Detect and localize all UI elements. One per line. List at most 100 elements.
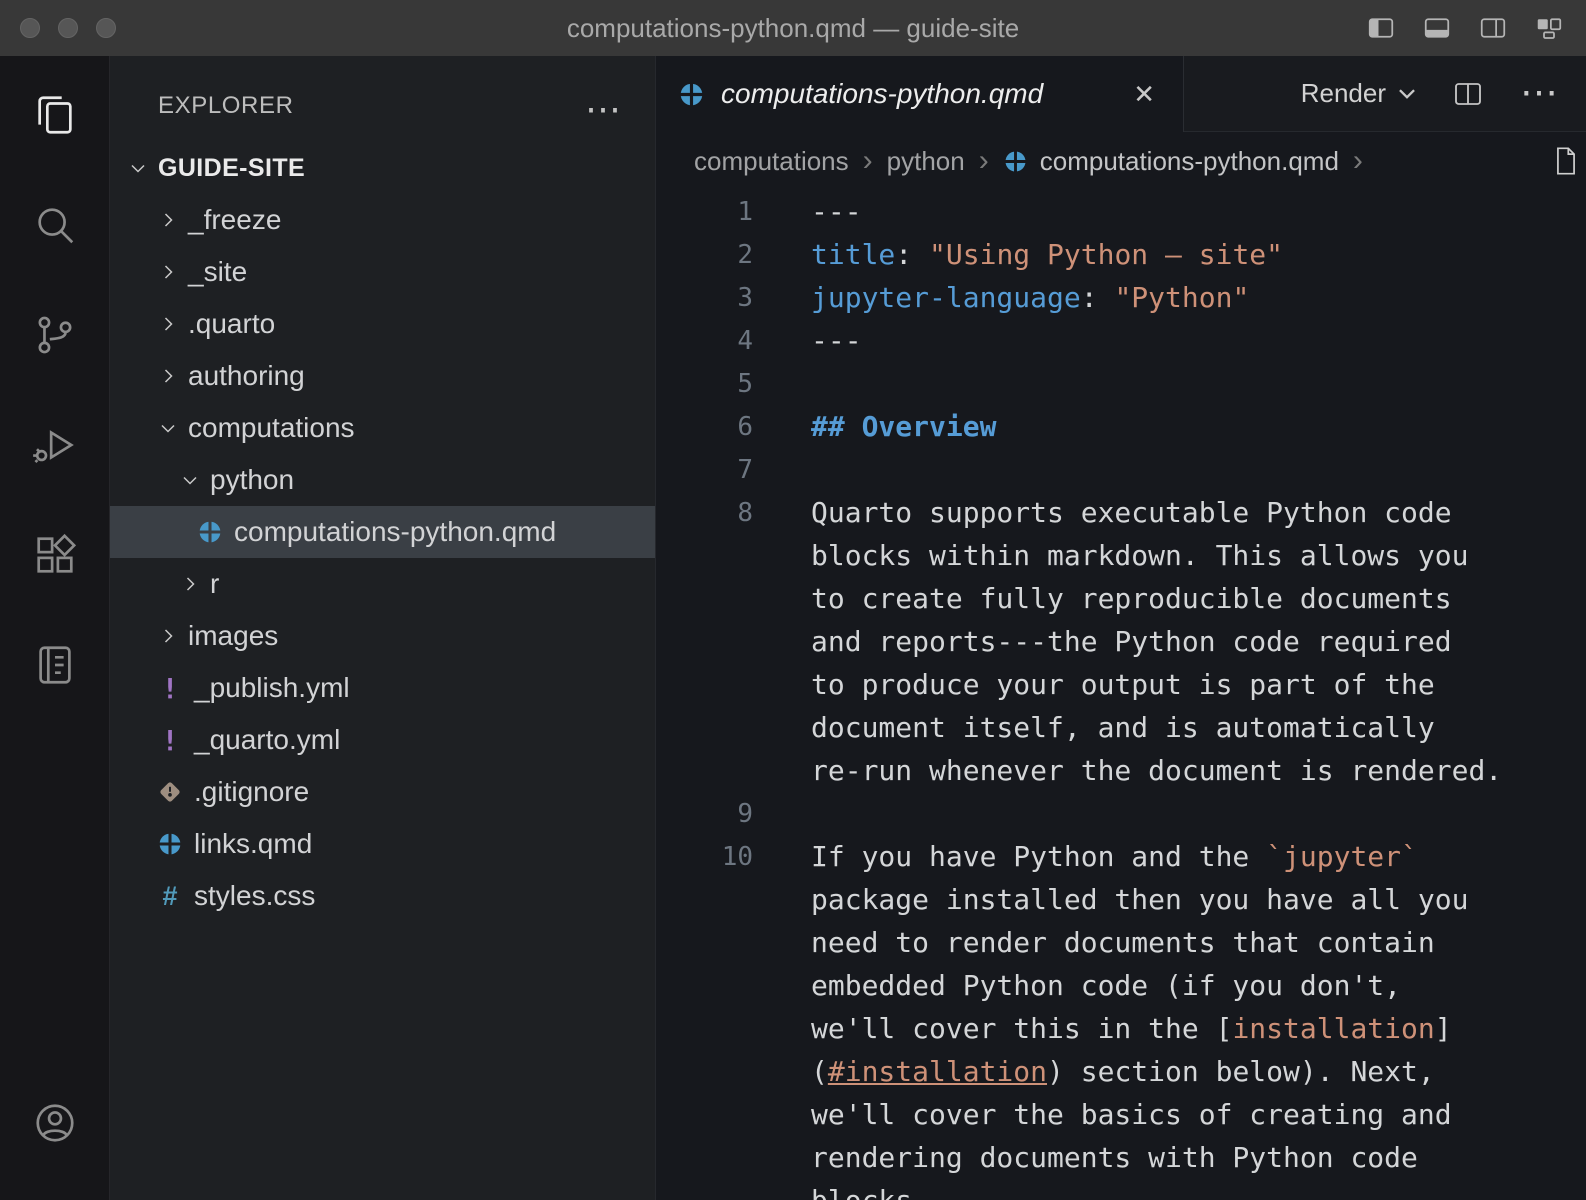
breadcrumb-item-computations[interactable]: computations: [694, 146, 849, 177]
breadcrumb-item-python[interactable]: python: [887, 146, 965, 177]
code-line-text: ---: [753, 195, 862, 228]
chevron-down-icon: [1398, 88, 1416, 100]
breadcrumb: computations › python › computations-pyt…: [656, 132, 1586, 190]
tree-item--quarto[interactable]: .quarto: [110, 298, 655, 350]
traffic-lights: [0, 18, 116, 38]
quarto-icon: [678, 81, 705, 108]
tree-item-label: styles.css: [194, 880, 315, 912]
code-line-text: jupyter-language: "Python": [753, 281, 1249, 314]
git-icon: [156, 779, 184, 805]
code-line[interactable]: (#installation) section below). Next,: [656, 1050, 1586, 1093]
code-line-text: embedded Python code (if you don't,: [753, 969, 1401, 1002]
tree-item-authoring[interactable]: authoring: [110, 350, 655, 402]
code-line-text: blocks within markdown. This allows you: [753, 539, 1468, 572]
outline-section-header[interactable]: OUTLINE: [110, 1182, 655, 1200]
code-line[interactable]: 6## Overview: [656, 405, 1586, 448]
code-line-text: and reports---the Python code required: [753, 625, 1452, 658]
code-line[interactable]: need to render documents that contain: [656, 921, 1586, 964]
source-control-icon[interactable]: [32, 312, 78, 358]
code-line[interactable]: to create fully reproducible documents: [656, 577, 1586, 620]
tree-item--quarto-yml[interactable]: !_quarto.yml: [110, 714, 655, 766]
code-line[interactable]: 2title: "Using Python — site": [656, 233, 1586, 276]
chevron-right-icon: ›: [977, 144, 991, 178]
tree-item-guide-site[interactable]: GUIDE-SITE: [110, 142, 655, 194]
code-line[interactable]: embedded Python code (if you don't,: [656, 964, 1586, 1007]
chevron-right-icon: [134, 1196, 158, 1200]
explorer-icon[interactable]: [32, 92, 78, 138]
code-line[interactable]: document itself, and is automatically: [656, 706, 1586, 749]
toggle-secondary-sidebar-icon[interactable]: [1478, 13, 1508, 43]
code-line[interactable]: 9: [656, 792, 1586, 835]
customize-layout-icon[interactable]: [1534, 13, 1564, 43]
search-icon[interactable]: [32, 202, 78, 248]
code-line[interactable]: we'll cover this in the [installation]: [656, 1007, 1586, 1050]
run-and-debug-icon[interactable]: [32, 422, 78, 468]
more-actions-icon[interactable]: ⋯: [585, 98, 621, 120]
chevron-right-icon: ›: [861, 144, 875, 178]
chevron-right-icon: [156, 208, 180, 232]
tree-item-r[interactable]: r: [110, 558, 655, 610]
code-line[interactable]: rendering documents with Python code: [656, 1136, 1586, 1179]
code-line[interactable]: 10If you have Python and the `jupyter`: [656, 835, 1586, 878]
code-line-text: need to render documents that contain: [753, 926, 1435, 959]
tree-item-links-qmd[interactable]: links.qmd: [110, 818, 655, 870]
tree-item--site[interactable]: _site: [110, 246, 655, 298]
chevron-down-icon: [178, 468, 202, 492]
chevron-down-icon: [156, 416, 180, 440]
code-line[interactable]: 1---: [656, 190, 1586, 233]
code-line[interactable]: blocks within markdown. This allows you: [656, 534, 1586, 577]
breadcrumb-item-file[interactable]: computations-python.qmd: [1040, 146, 1339, 177]
css-icon: #: [156, 881, 184, 912]
chevron-right-icon: [178, 572, 202, 596]
toggle-panel-icon[interactable]: [1422, 13, 1452, 43]
split-editor-icon[interactable]: [1452, 78, 1484, 110]
zoom-window-button[interactable]: [96, 18, 116, 38]
code-line[interactable]: blocks.: [656, 1179, 1586, 1200]
code-line[interactable]: 4---: [656, 319, 1586, 362]
tree-item-computations-python-qmd[interactable]: computations-python.qmd: [110, 506, 655, 558]
tree-item-styles-css[interactable]: # styles.css: [110, 870, 655, 922]
code-line[interactable]: to produce your output is part of the: [656, 663, 1586, 706]
quarto-icon: [156, 831, 184, 857]
tree-item-label: .gitignore: [194, 776, 309, 808]
code-line[interactable]: we'll cover the basics of creating and: [656, 1093, 1586, 1136]
code-line[interactable]: 3jupyter-language: "Python": [656, 276, 1586, 319]
tree-item-label: images: [188, 620, 278, 652]
code-editor[interactable]: 1---2title: "Using Python — site"3jupyte…: [656, 190, 1586, 1200]
tree-item--freeze[interactable]: _freeze: [110, 194, 655, 246]
tree-item-label: _site: [188, 256, 247, 288]
tab-bar: computations-python.qmd ✕ Render ⋯: [656, 56, 1586, 132]
tab-computations-python-qmd[interactable]: computations-python.qmd ✕: [656, 56, 1184, 132]
tab-label: computations-python.qmd: [721, 78, 1043, 110]
tree-item-python[interactable]: python: [110, 454, 655, 506]
tree-item-label: .quarto: [188, 308, 275, 340]
extensions-icon[interactable]: [32, 532, 78, 578]
code-line-text: blocks.: [753, 1184, 929, 1200]
symbol-file-icon: [1552, 146, 1580, 176]
code-line[interactable]: and reports---the Python code required: [656, 620, 1586, 663]
tree-item-label: _quarto.yml: [194, 724, 340, 756]
code-line[interactable]: 7: [656, 448, 1586, 491]
tree-item--publish-yml[interactable]: !_publish.yml: [110, 662, 655, 714]
minimize-window-button[interactable]: [58, 18, 78, 38]
file-tree: GUIDE-SITE_freeze_site.quartoauthoringco…: [110, 142, 655, 922]
activity-bar: [0, 56, 110, 1200]
chevron-right-icon: [156, 260, 180, 284]
code-line-text: package installed then you have all you: [753, 883, 1468, 916]
accounts-icon[interactable]: [32, 1100, 78, 1146]
code-line-text: rendering documents with Python code: [753, 1141, 1418, 1174]
code-line[interactable]: package installed then you have all you: [656, 878, 1586, 921]
more-actions-icon[interactable]: ⋯: [1520, 82, 1558, 105]
code-line-text: re-run whenever the document is rendered…: [753, 754, 1502, 787]
toggle-primary-sidebar-icon[interactable]: [1366, 13, 1396, 43]
close-window-button[interactable]: [20, 18, 40, 38]
render-button[interactable]: Render: [1301, 78, 1416, 109]
close-icon[interactable]: ✕: [1127, 79, 1161, 110]
tree-item-images[interactable]: images: [110, 610, 655, 662]
tree-item--gitignore[interactable]: .gitignore: [110, 766, 655, 818]
code-line[interactable]: re-run whenever the document is rendered…: [656, 749, 1586, 792]
code-line[interactable]: 8Quarto supports executable Python code: [656, 491, 1586, 534]
code-line[interactable]: 5: [656, 362, 1586, 405]
tree-item-computations[interactable]: computations: [110, 402, 655, 454]
notebook-icon[interactable]: [32, 642, 78, 688]
